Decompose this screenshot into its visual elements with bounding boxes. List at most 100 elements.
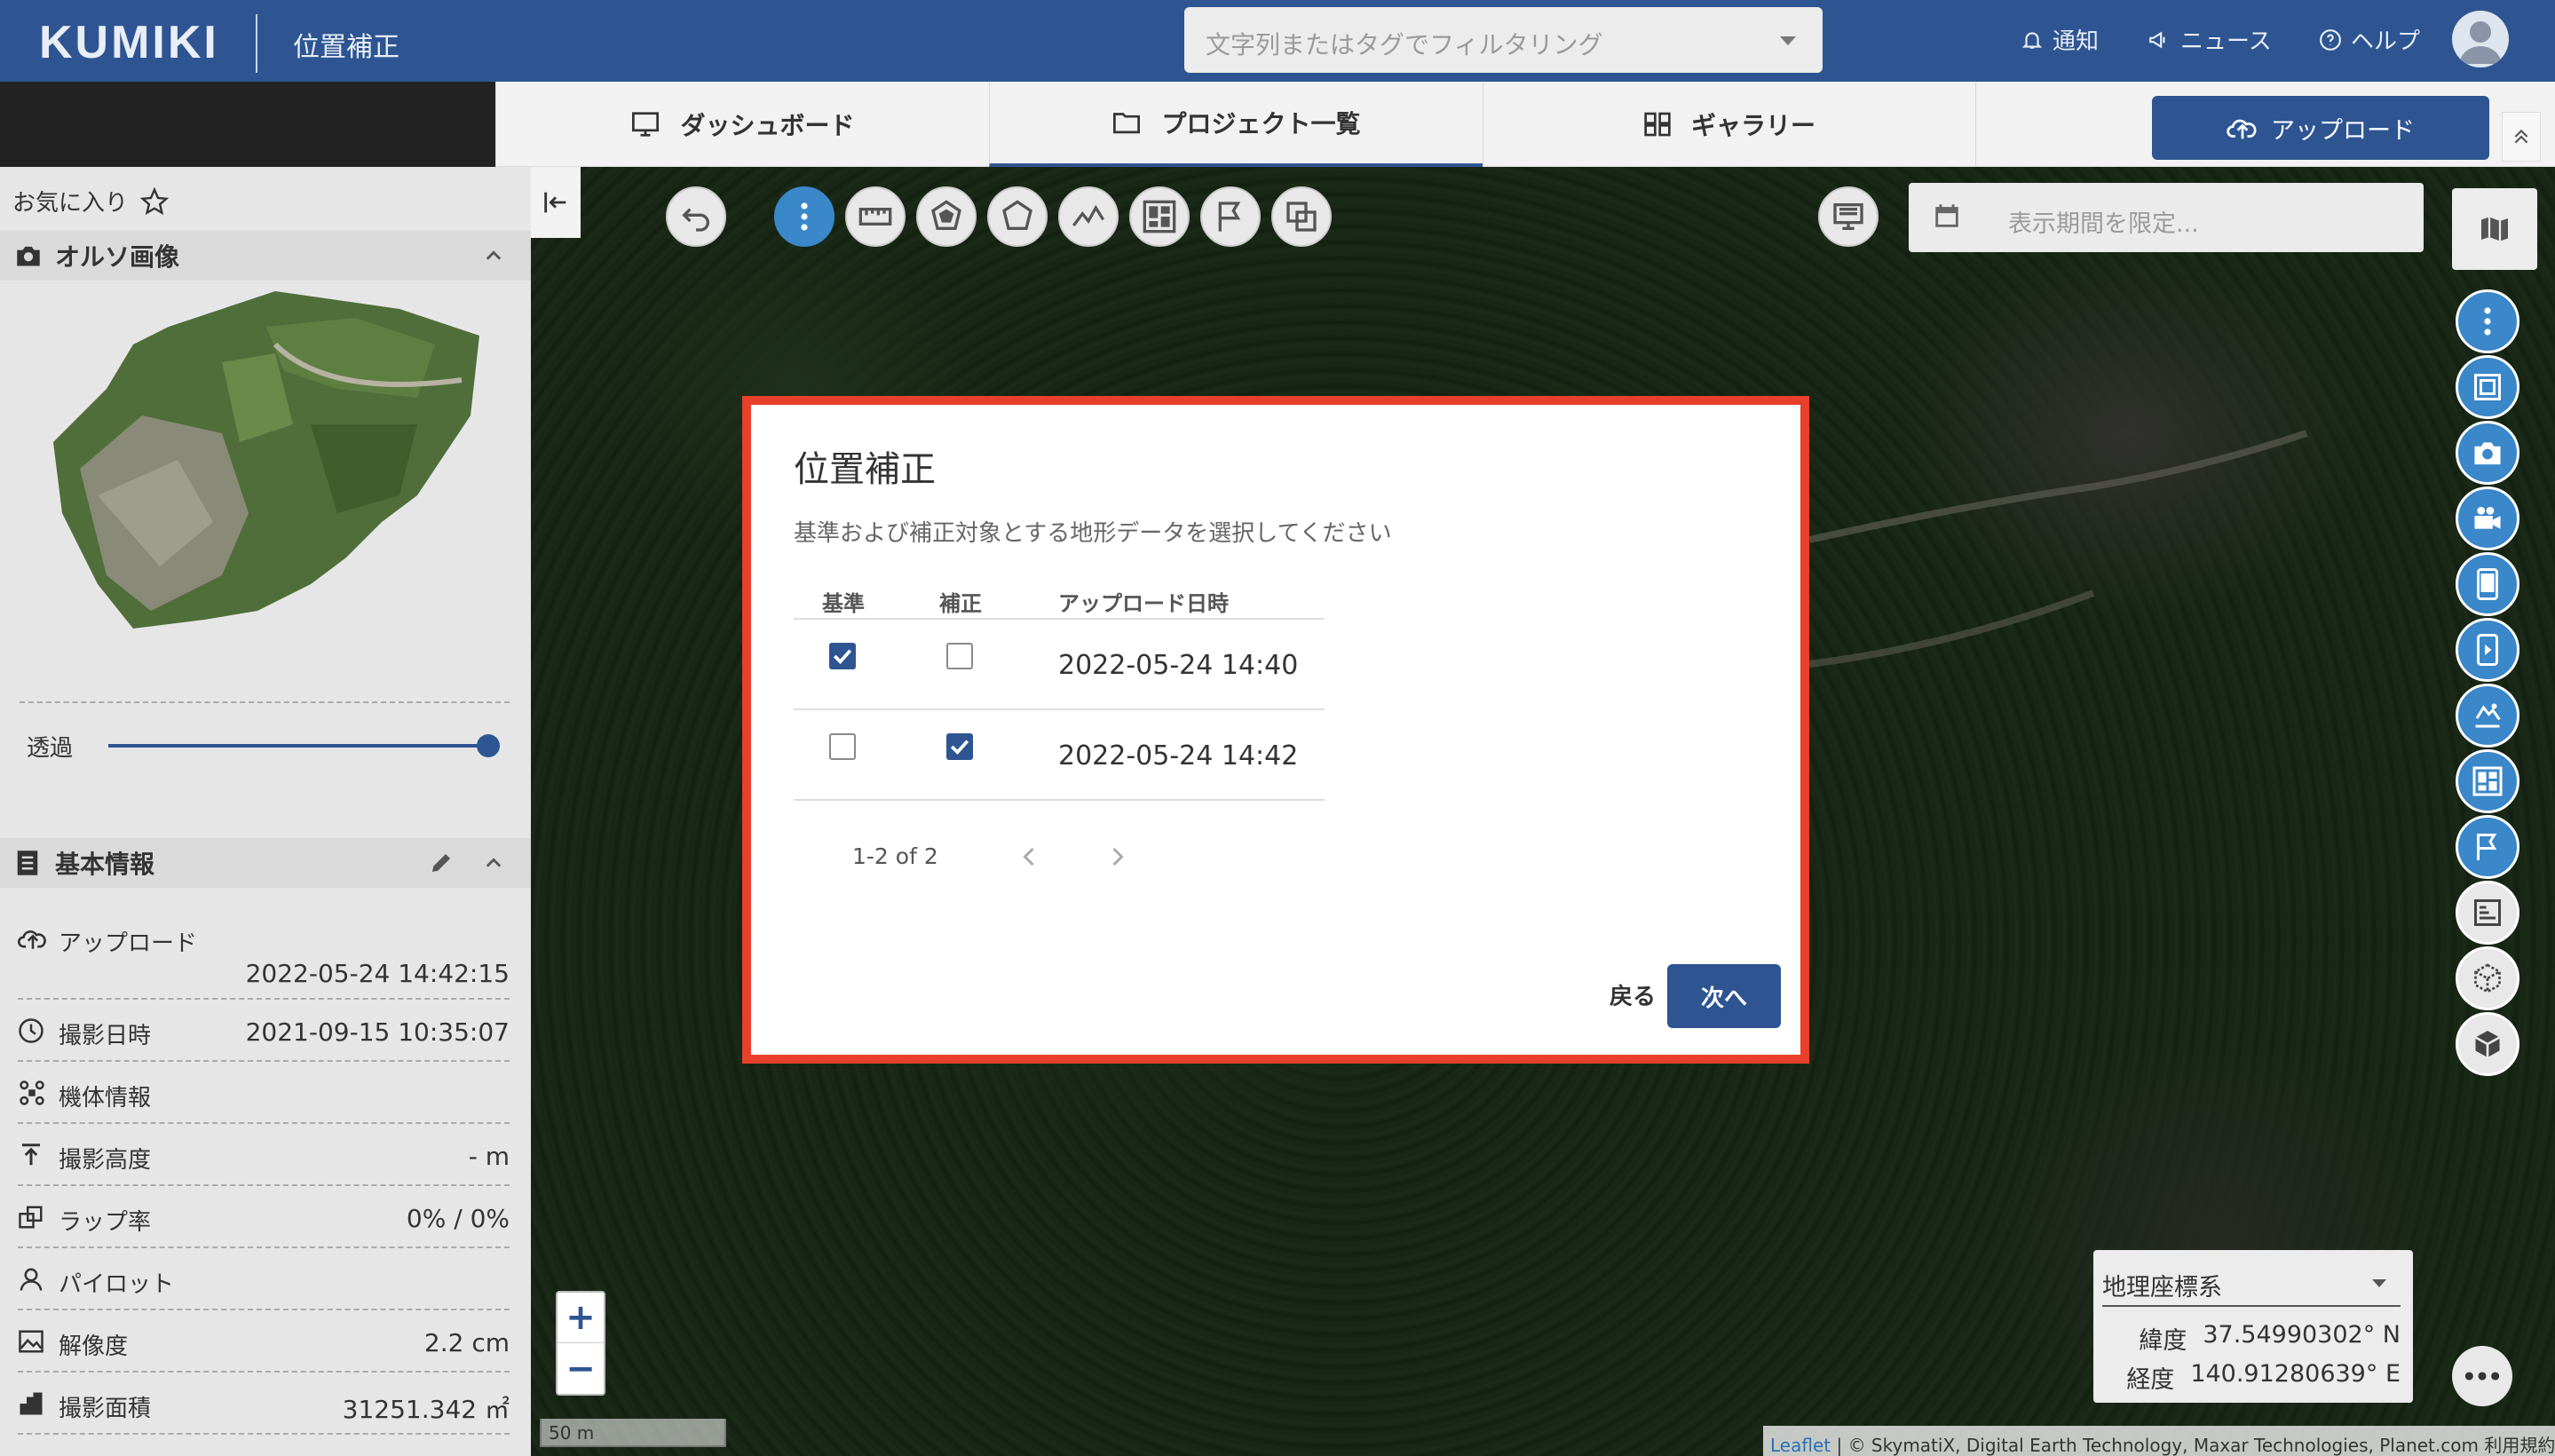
- column-header-upload-datetime: アップロード日時: [1058, 591, 1229, 616]
- app-logo[interactable]: KUMIKI: [39, 16, 219, 69]
- layout-layer-button[interactable]: [2456, 749, 2519, 813]
- prev-page-icon[interactable]: [1016, 843, 1042, 870]
- collapse-header-button[interactable]: [2502, 112, 2541, 162]
- help-link[interactable]: ヘルプ: [2319, 23, 2420, 56]
- report-icon: [2472, 897, 2504, 929]
- ortho-section-header[interactable]: オルソ画像: [0, 231, 531, 281]
- tab-projects-label: プロジェクト一覧: [1161, 109, 1361, 138]
- check-icon: [833, 649, 852, 664]
- photo-layer-button[interactable]: [2456, 421, 2519, 485]
- cube-dotted-icon: [2472, 962, 2504, 994]
- tab-gallery[interactable]: ギャラリー: [1483, 82, 1976, 167]
- measure-distance-tool[interactable]: [845, 186, 906, 247]
- position-correction-dialog: 位置補正 基準および補正対象とする地形データを選択してください 基準 補正 アッ…: [742, 396, 1809, 1064]
- tab-dashboard[interactable]: ダッシュボード: [495, 82, 989, 167]
- info-row-pilot: パイロット: [18, 1248, 510, 1310]
- column-header-base: 基準: [822, 591, 865, 616]
- info-label: 撮影日時: [59, 1023, 152, 1049]
- chevron-up-icon[interactable]: [483, 245, 504, 266]
- info-label: 機体情報: [59, 1085, 152, 1112]
- info-label: 撮影高度: [59, 1147, 152, 1174]
- flag-tool[interactable]: [1200, 186, 1261, 247]
- more-options-button[interactable]: [2452, 1346, 2512, 1406]
- info-value: - m: [468, 1142, 510, 1171]
- info-label: 撮影面積: [59, 1396, 152, 1422]
- zoom-control: + −: [556, 1291, 605, 1396]
- next-button[interactable]: 次へ: [1667, 964, 1781, 1028]
- opacity-label: 透過: [27, 735, 74, 762]
- video-layer-button[interactable]: [2456, 487, 2519, 550]
- date-range-placeholder: 表示期間を限定...: [2008, 210, 2199, 238]
- side-menu-button[interactable]: [2456, 289, 2519, 353]
- chevron-up-icon[interactable]: [483, 852, 504, 874]
- cloud-upload-icon: [18, 925, 48, 952]
- opacity-slider-handle[interactable]: [477, 734, 500, 757]
- sidebar: お気に入り オルソ画像 透過 基本情報 アップロード 2022-05-24 14…: [0, 167, 531, 1456]
- survey-layer-button[interactable]: [2456, 684, 2519, 748]
- page-title: 位置補正: [293, 32, 399, 63]
- smartphone-icon: [2474, 568, 2501, 600]
- notification-link[interactable]: 通知: [2021, 23, 2099, 56]
- megaphone-icon: [2147, 28, 2171, 51]
- ortho-thumbnail[interactable]: [44, 291, 488, 655]
- longitude-value: 140.91280639° E: [2190, 1360, 2401, 1388]
- measure-volume-tool[interactable]: [916, 186, 977, 247]
- ortho-layer-button[interactable]: [2456, 355, 2519, 419]
- terrain-data-table: 基準 補正 アップロード日時 2022-05-24 14:40 2022-05-…: [794, 574, 1325, 801]
- 3d-model-layer-button[interactable]: [2456, 1012, 2519, 1076]
- opacity-slider-track[interactable]: [108, 744, 488, 748]
- zoom-out-button[interactable]: −: [558, 1343, 604, 1394]
- overlap-icon: [18, 1204, 44, 1230]
- table-row: 2022-05-24 14:42: [794, 710, 1325, 801]
- profile-tool[interactable]: [1058, 186, 1119, 247]
- more-tools[interactable]: [774, 186, 835, 247]
- favorites-toggle[interactable]: お気に入り: [12, 185, 170, 218]
- vertical-dots-icon: [800, 201, 809, 233]
- divider: [20, 701, 510, 703]
- movie-layer-button[interactable]: [2456, 618, 2519, 682]
- display-settings-tool[interactable]: [1818, 186, 1879, 247]
- compare-tool[interactable]: [1271, 186, 1332, 247]
- dashboard-layout-icon: [1142, 199, 1177, 234]
- user-avatar[interactable]: [2452, 11, 2509, 67]
- upload-button[interactable]: アップロード: [2152, 96, 2489, 160]
- upload-datetime: 2022-05-24 14:42: [1058, 740, 1299, 772]
- column-header-correct: 補正: [939, 591, 982, 616]
- chevron-down-icon[interactable]: [2372, 1279, 2386, 1287]
- play-card-icon: [2474, 634, 2501, 666]
- filter-select[interactable]: 文字列またはタグでフィルタリング: [1184, 7, 1823, 73]
- pointcloud-layer-button[interactable]: [2456, 946, 2519, 1010]
- longitude-label: 経度: [2126, 1366, 2175, 1394]
- check-icon: [950, 740, 969, 755]
- flag-layer-button[interactable]: [2456, 815, 2519, 879]
- mobile-layer-button[interactable]: [2456, 552, 2519, 616]
- coordinate-system-select[interactable]: 地理座標系: [2102, 1268, 2222, 1302]
- measure-area-tool[interactable]: [987, 186, 1048, 247]
- news-link[interactable]: ニュース: [2147, 23, 2272, 56]
- correct-checkbox[interactable]: [946, 733, 973, 760]
- info-label: パイロット: [59, 1271, 175, 1298]
- collapse-sidebar-button[interactable]: [531, 167, 581, 238]
- zoom-in-button[interactable]: +: [558, 1293, 604, 1343]
- info-label: ラップ率: [59, 1209, 152, 1236]
- next-page-icon[interactable]: [1104, 843, 1131, 870]
- monitor-icon: [630, 111, 661, 138]
- favorites-label: お気に入り: [12, 190, 129, 217]
- undo-tool[interactable]: [666, 186, 726, 247]
- date-range-input[interactable]: 表示期間を限定...: [1909, 183, 2424, 252]
- map-layer-button[interactable]: [2452, 188, 2537, 270]
- help-circle-icon: [2319, 28, 2342, 51]
- tab-projects[interactable]: プロジェクト一覧: [989, 82, 1483, 167]
- calendar-icon: [1932, 201, 1962, 231]
- undo-icon: [678, 199, 714, 234]
- back-button[interactable]: 戻る: [1594, 978, 1671, 1011]
- base-checkbox[interactable]: [829, 643, 856, 669]
- layout-tool[interactable]: [1129, 186, 1190, 247]
- correct-checkbox[interactable]: [946, 643, 973, 669]
- basic-info-section-header[interactable]: 基本情報: [0, 838, 531, 888]
- base-checkbox[interactable]: [829, 733, 856, 760]
- camera-icon: [14, 243, 43, 268]
- edit-pencil-icon[interactable]: [428, 850, 455, 876]
- annotation-layer-button[interactable]: [2456, 881, 2519, 945]
- leaflet-link[interactable]: Leaflet: [1770, 1435, 1831, 1456]
